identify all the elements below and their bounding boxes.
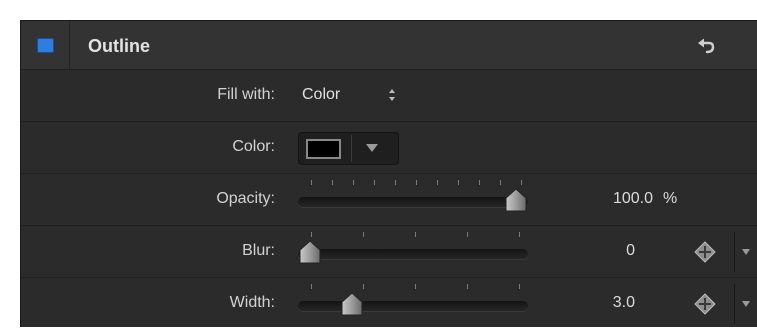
- updown-arrows-icon[interactable]: [387, 85, 397, 105]
- fill-with-label: Fill with:: [217, 86, 275, 103]
- color-well[interactable]: [298, 132, 399, 165]
- triangle-down-icon[interactable]: [365, 143, 379, 153]
- panel-title: Outline: [88, 36, 150, 56]
- enable-checkbox[interactable]: [37, 38, 54, 53]
- opacity-label: Opacity:: [216, 190, 275, 207]
- opacity-ticks: [311, 180, 523, 186]
- opacity-value[interactable]: 100.0: [569, 190, 653, 208]
- opacity-slider[interactable]: [298, 197, 528, 207]
- blur-ticks: [311, 232, 523, 238]
- width-slider-thumb[interactable]: [341, 292, 363, 316]
- width-row: Width: 3.0: [21, 278, 757, 330]
- blur-slider[interactable]: [298, 249, 528, 259]
- width-side-divider: [734, 284, 735, 324]
- fill-with-row: Fill with: Color: [21, 70, 757, 122]
- blur-side-divider: [734, 232, 735, 272]
- color-row: Color:: [21, 122, 757, 174]
- width-label: Width:: [229, 294, 275, 311]
- width-ticks: [311, 284, 523, 290]
- keyframe-diamond-icon[interactable]: [694, 241, 716, 263]
- panel-header: Outline: [21, 21, 757, 70]
- width-slider[interactable]: [298, 301, 528, 311]
- color-well-divider: [351, 135, 352, 162]
- blur-row: Blur: 0: [21, 226, 757, 278]
- opacity-unit: %: [663, 190, 678, 207]
- color-swatch[interactable]: [306, 139, 341, 159]
- outline-panel: Outline Fill with: Color Color: Opacity:: [20, 20, 757, 327]
- reset-icon[interactable]: [697, 37, 717, 55]
- opacity-slider-thumb[interactable]: [505, 188, 527, 212]
- color-label: Color:: [232, 138, 275, 155]
- fill-with-popup[interactable]: Color: [302, 86, 340, 104]
- header-divider: [69, 21, 70, 69]
- keyframe-diamond-icon[interactable]: [694, 293, 716, 315]
- blur-slider-thumb[interactable]: [299, 240, 321, 264]
- opacity-row: Opacity: 100.0 %: [21, 174, 757, 226]
- triangle-down-icon[interactable]: [741, 300, 751, 308]
- blur-value[interactable]: 0: [569, 242, 635, 260]
- blur-label: Blur:: [242, 242, 275, 259]
- triangle-down-icon[interactable]: [741, 248, 751, 256]
- width-value[interactable]: 3.0: [569, 294, 635, 312]
